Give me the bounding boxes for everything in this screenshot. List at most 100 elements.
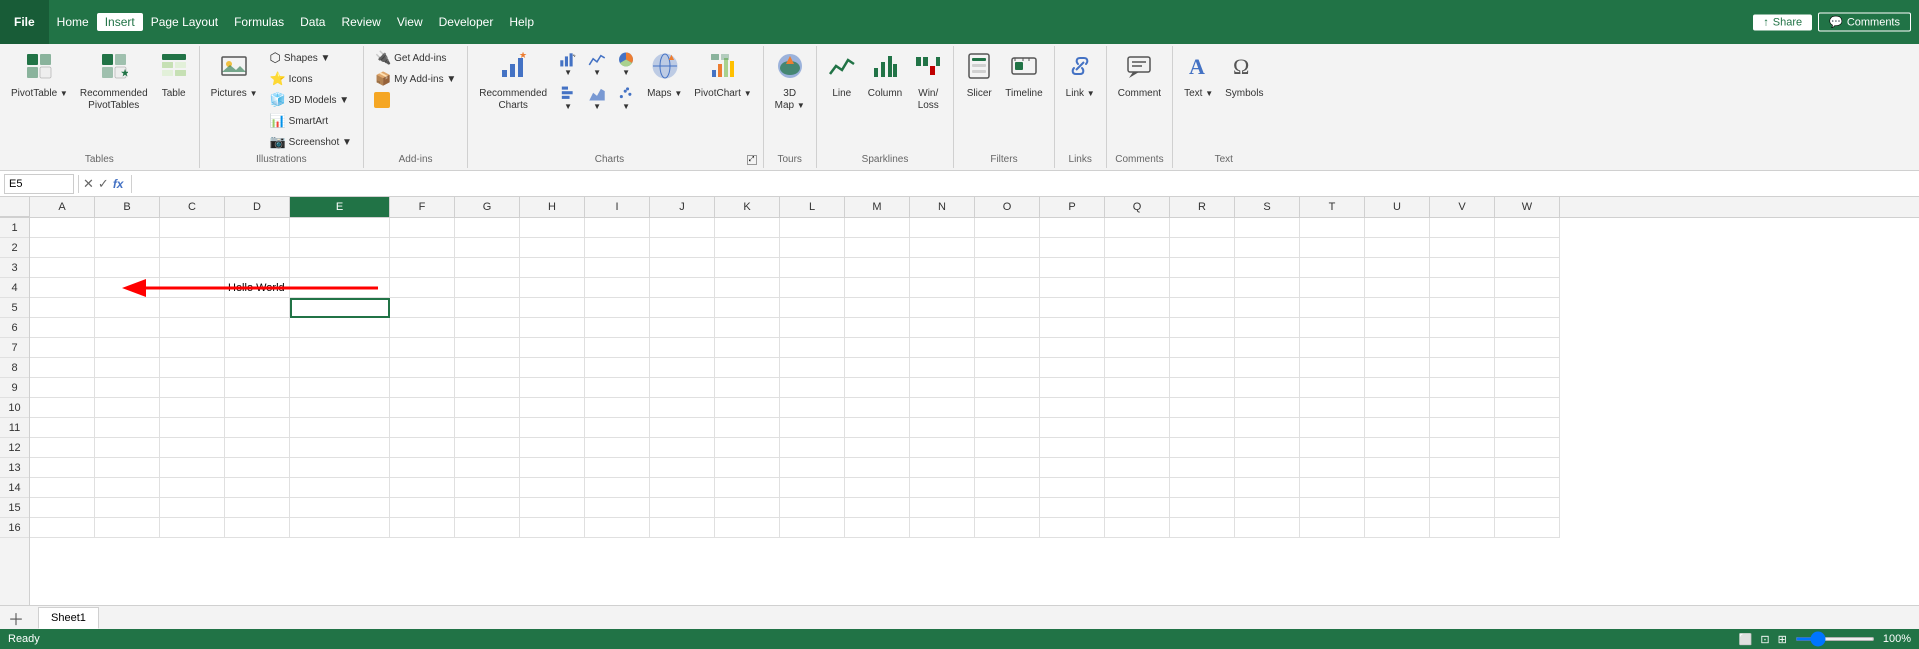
cell-A6[interactable] xyxy=(30,318,95,338)
col-header-v[interactable]: V xyxy=(1430,197,1495,217)
comments-button[interactable]: 💬 Comments xyxy=(1818,13,1911,32)
cell-L1[interactable] xyxy=(780,218,845,238)
cell-R12[interactable] xyxy=(1170,438,1235,458)
cell-I15[interactable] xyxy=(585,498,650,518)
cell-B2[interactable] xyxy=(95,238,160,258)
col-header-h[interactable]: H xyxy=(520,197,585,217)
cell-C1[interactable] xyxy=(160,218,225,238)
cell-S2[interactable] xyxy=(1235,238,1300,258)
cell-P11[interactable] xyxy=(1040,418,1105,438)
menu-insert[interactable]: Insert xyxy=(97,13,143,31)
formula-input[interactable] xyxy=(140,176,1915,192)
cell-F12[interactable] xyxy=(390,438,455,458)
cell-T7[interactable] xyxy=(1300,338,1365,358)
row-num-12[interactable]: 12 xyxy=(0,438,29,458)
cell-K15[interactable] xyxy=(715,498,780,518)
cell-T12[interactable] xyxy=(1300,438,1365,458)
cell-E14[interactable] xyxy=(290,478,390,498)
cell-P14[interactable] xyxy=(1040,478,1105,498)
cell-P1[interactable] xyxy=(1040,218,1105,238)
cell-T14[interactable] xyxy=(1300,478,1365,498)
cell-R8[interactable] xyxy=(1170,358,1235,378)
cell-S15[interactable] xyxy=(1235,498,1300,518)
cell-U11[interactable] xyxy=(1365,418,1430,438)
cell-M13[interactable] xyxy=(845,458,910,478)
cell-F10[interactable] xyxy=(390,398,455,418)
cell-F14[interactable] xyxy=(390,478,455,498)
cell-E4[interactable] xyxy=(290,278,390,298)
cell-W4[interactable] xyxy=(1495,278,1560,298)
comment-button[interactable]: Comment xyxy=(1113,48,1166,116)
confirm-formula-icon[interactable]: ✓ xyxy=(98,176,109,192)
cell-N10[interactable] xyxy=(910,398,975,418)
cell-C2[interactable] xyxy=(160,238,225,258)
cell-C12[interactable] xyxy=(160,438,225,458)
cell-Q6[interactable] xyxy=(1105,318,1170,338)
view-normal-icon[interactable]: ⬜ xyxy=(1739,633,1753,646)
cell-M16[interactable] xyxy=(845,518,910,538)
cell-H12[interactable] xyxy=(520,438,585,458)
cell-P2[interactable] xyxy=(1040,238,1105,258)
cell-J8[interactable] xyxy=(650,358,715,378)
cell-B15[interactable] xyxy=(95,498,160,518)
cell-O13[interactable] xyxy=(975,458,1040,478)
row-num-3[interactable]: 3 xyxy=(0,258,29,278)
cell-N13[interactable] xyxy=(910,458,975,478)
add-sheet-button[interactable]: ＋ xyxy=(4,606,28,630)
cell-O10[interactable] xyxy=(975,398,1040,418)
cell-Q16[interactable] xyxy=(1105,518,1170,538)
cell-D15[interactable] xyxy=(225,498,290,518)
cell-E9[interactable] xyxy=(290,378,390,398)
cell-J12[interactable] xyxy=(650,438,715,458)
cell-Q10[interactable] xyxy=(1105,398,1170,418)
col-header-w[interactable]: W xyxy=(1495,197,1560,217)
cell-L9[interactable] xyxy=(780,378,845,398)
cell-O6[interactable] xyxy=(975,318,1040,338)
cell-G6[interactable] xyxy=(455,318,520,338)
cell-Q2[interactable] xyxy=(1105,238,1170,258)
cell-L2[interactable] xyxy=(780,238,845,258)
cell-U4[interactable] xyxy=(1365,278,1430,298)
row-num-6[interactable]: 6 xyxy=(0,318,29,338)
cell-A14[interactable] xyxy=(30,478,95,498)
cell-O15[interactable] xyxy=(975,498,1040,518)
cell-V8[interactable] xyxy=(1430,358,1495,378)
cell-B6[interactable] xyxy=(95,318,160,338)
cell-M6[interactable] xyxy=(845,318,910,338)
file-menu-btn[interactable]: File xyxy=(0,0,49,44)
cell-V12[interactable] xyxy=(1430,438,1495,458)
cell-I13[interactable] xyxy=(585,458,650,478)
cell-O3[interactable] xyxy=(975,258,1040,278)
cell-H3[interactable] xyxy=(520,258,585,278)
row-num-11[interactable]: 11 xyxy=(0,418,29,438)
cell-S10[interactable] xyxy=(1235,398,1300,418)
col-header-q[interactable]: Q xyxy=(1105,197,1170,217)
cell-B4[interactable] xyxy=(95,278,160,298)
smartart-button[interactable]: 📊 SmartArt xyxy=(264,111,356,131)
cell-D13[interactable] xyxy=(225,458,290,478)
charts-expand-button[interactable]: ⤢ xyxy=(747,155,757,165)
cell-B9[interactable] xyxy=(95,378,160,398)
col-header-e[interactable]: E xyxy=(290,197,390,217)
line-chart-button[interactable]: ▼ xyxy=(583,48,611,80)
cell-Q9[interactable] xyxy=(1105,378,1170,398)
cell-J13[interactable] xyxy=(650,458,715,478)
cell-G2[interactable] xyxy=(455,238,520,258)
cell-N4[interactable] xyxy=(910,278,975,298)
cell-G13[interactable] xyxy=(455,458,520,478)
cell-U12[interactable] xyxy=(1365,438,1430,458)
cell-H8[interactable] xyxy=(520,358,585,378)
cell-V14[interactable] xyxy=(1430,478,1495,498)
col-header-b[interactable]: B xyxy=(95,197,160,217)
cell-R14[interactable] xyxy=(1170,478,1235,498)
cell-G10[interactable] xyxy=(455,398,520,418)
cell-N8[interactable] xyxy=(910,358,975,378)
cell-U16[interactable] xyxy=(1365,518,1430,538)
cell-W3[interactable] xyxy=(1495,258,1560,278)
cell-M11[interactable] xyxy=(845,418,910,438)
col-header-i[interactable]: I xyxy=(585,197,650,217)
cell-J16[interactable] xyxy=(650,518,715,538)
cell-D8[interactable] xyxy=(225,358,290,378)
cell-F16[interactable] xyxy=(390,518,455,538)
insert-function-icon[interactable]: fx xyxy=(113,177,124,191)
